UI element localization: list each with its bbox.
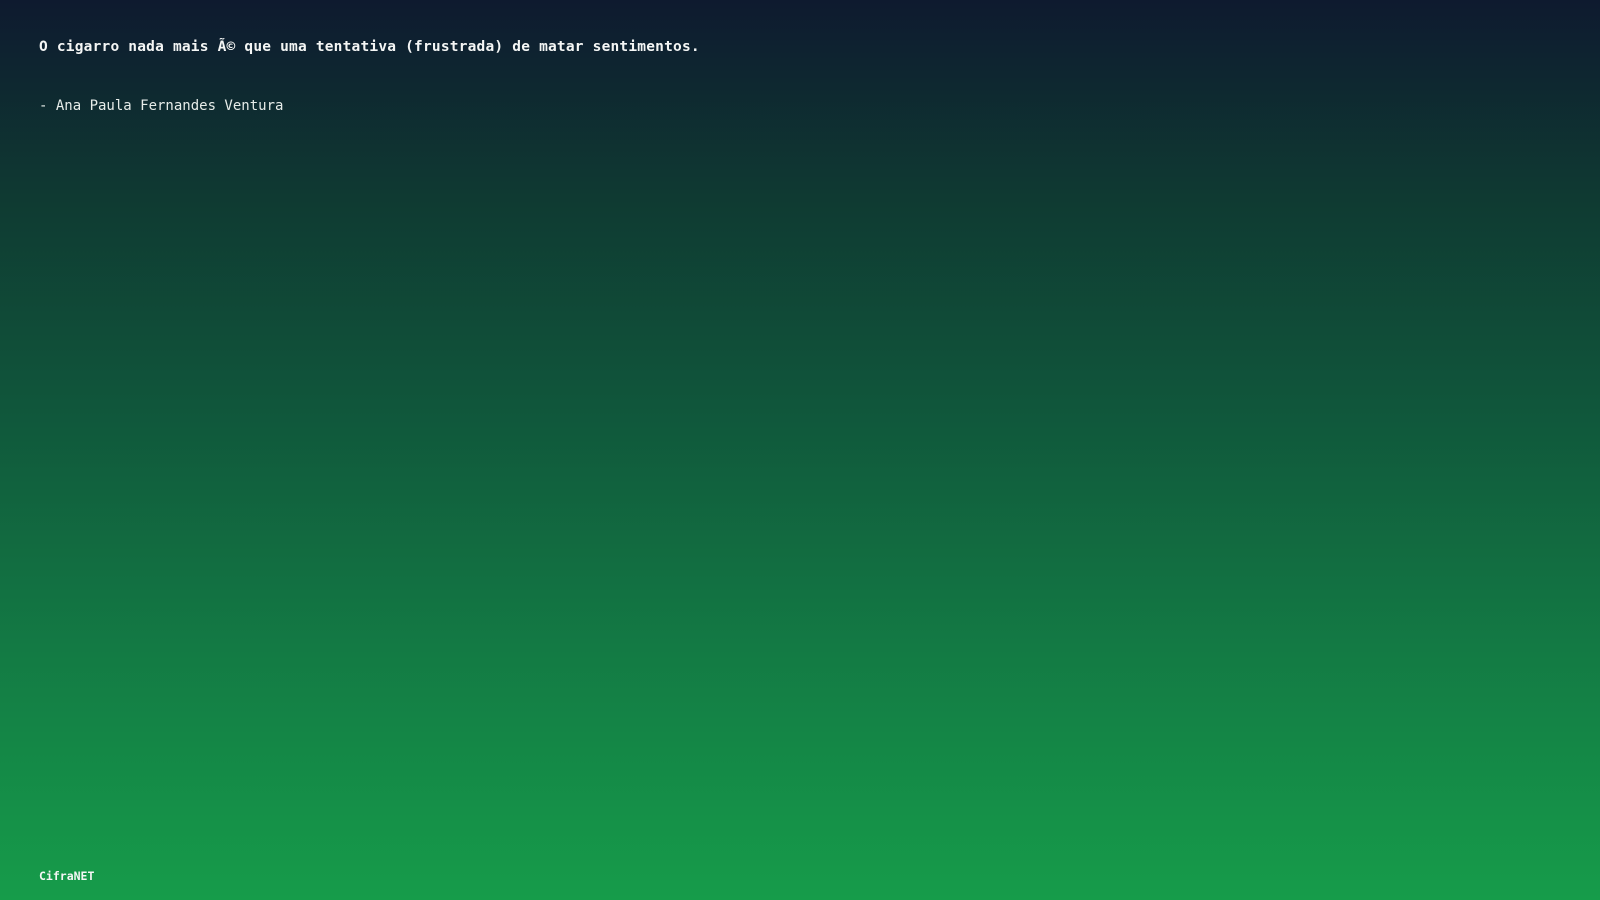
quote-block: O cigarro nada mais Ã© que uma tentativa…: [39, 36, 1539, 116]
brand-label: CifraNET: [39, 869, 95, 883]
quote-text: O cigarro nada mais Ã© que uma tentativa…: [39, 39, 700, 55]
quote-author: - Ana Paula Fernandes Ventura: [39, 98, 284, 114]
